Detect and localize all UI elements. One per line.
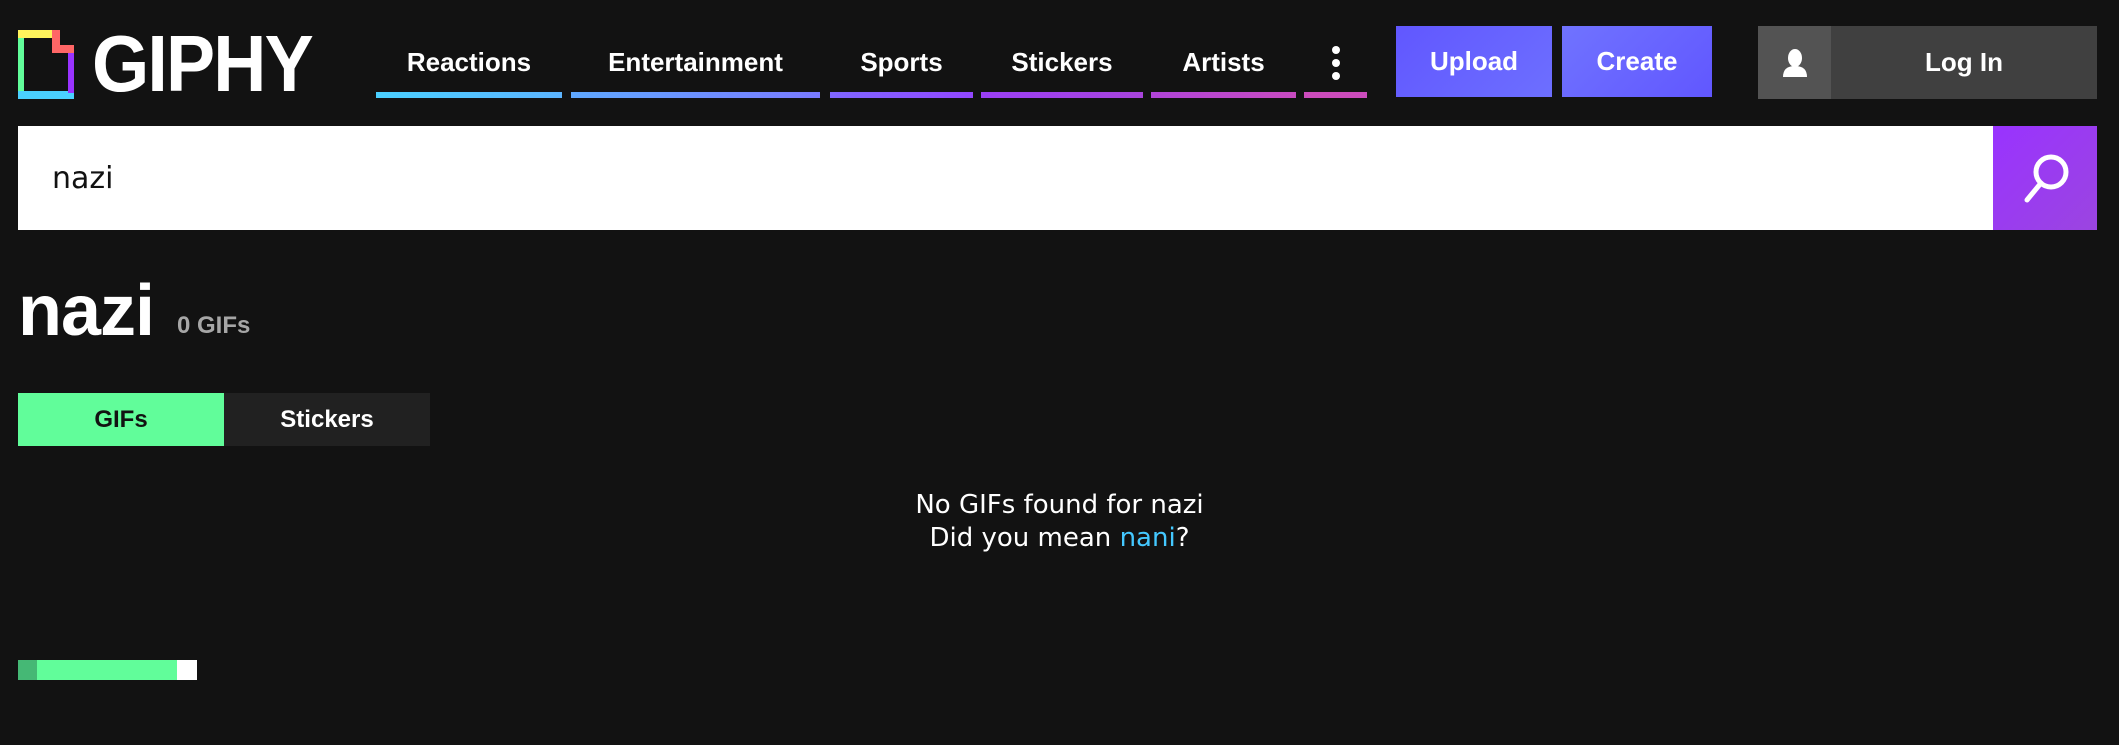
nav-stickers[interactable]: Stickers — [981, 36, 1143, 98]
result-count: 0 GIFs — [177, 312, 251, 339]
nav-underline — [571, 92, 820, 98]
giphy-logo-icon[interactable] — [18, 30, 74, 99]
login-button[interactable]: Log In — [1758, 26, 2097, 99]
nav-underline — [981, 92, 1143, 98]
login-label: Log In — [1925, 47, 2003, 77]
search-input[interactable] — [18, 126, 1993, 230]
did-you-mean: Did you mean nani? — [0, 523, 2119, 553]
search-button[interactable] — [1993, 126, 2097, 230]
nav-label: Reactions — [406, 47, 532, 77]
vertical-ellipsis-icon — [1331, 46, 1340, 80]
nav-reactions[interactable]: Reactions — [376, 36, 562, 98]
tab-stickers[interactable]: Stickers — [224, 393, 430, 446]
search-icon — [2024, 154, 2069, 203]
nav-label: Sports — [860, 47, 943, 77]
search-term-title: nazi — [18, 271, 155, 351]
did-you-mean-prefix: Did you mean — [929, 523, 1120, 553]
giphy-logo-text[interactable]: GIPHY — [92, 24, 314, 104]
suggestion-link[interactable]: nani — [1120, 523, 1176, 553]
no-results-message: No GIFs found for nazi — [915, 490, 1204, 520]
create-button[interactable]: Create — [1562, 26, 1712, 97]
upload-button[interactable]: Upload — [1396, 26, 1552, 97]
loading-bar — [18, 660, 197, 680]
nav-underline — [376, 92, 562, 98]
did-you-mean-suffix: ? — [1175, 523, 1190, 553]
nav-label: Artists — [1182, 47, 1265, 77]
nav-underline — [830, 92, 973, 98]
tab-gifs[interactable]: GIFs — [18, 393, 224, 446]
nav-underline — [1151, 92, 1296, 98]
nav-underline — [1304, 92, 1367, 98]
nav-artists[interactable]: Artists — [1151, 36, 1296, 98]
nav-label: Stickers — [1011, 47, 1113, 77]
user-icon — [1758, 26, 1831, 99]
nav-more-button[interactable] — [1304, 36, 1367, 98]
nav-sports[interactable]: Sports — [830, 36, 973, 98]
nav-entertainment[interactable]: Entertainment — [571, 36, 820, 98]
nav-label: Entertainment — [608, 47, 783, 77]
